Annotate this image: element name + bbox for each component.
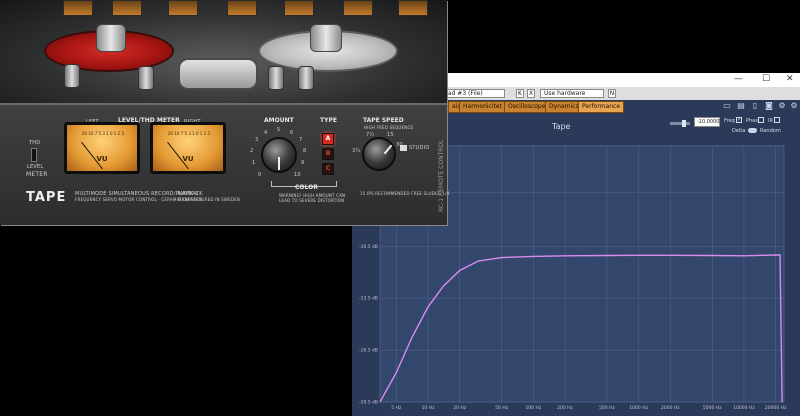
- x-tick-label: 5000 Hz: [703, 405, 722, 411]
- top-meter-cell: [398, 0, 428, 16]
- meter-switch-thd-label: THD: [29, 140, 41, 146]
- y-tick-label: -19.5 dB: [359, 400, 378, 406]
- color-label: COLOR: [295, 184, 318, 191]
- tape-speed-label: TAPE SPEED: [363, 117, 404, 124]
- minimize-button[interactable]: —: [734, 74, 743, 84]
- model-line-2: MANUFACTURED IN SWEDEN: [178, 197, 240, 202]
- tape-plugin-window: LEFT LEVEL/THD METER RIGHT 20 10 7 5 3 1…: [0, 0, 450, 225]
- x-tick-label: 10000 Hz: [733, 405, 755, 411]
- meter-switch-level-label: LEVEL: [27, 164, 44, 170]
- x-tick-label: 20000 Hz: [765, 405, 787, 411]
- tape-speed-sub: HIGH FREQ SEQUENCE: [364, 125, 414, 130]
- x-tick-label: 20 Hz: [453, 405, 467, 411]
- tape-speed-recommended: 15 IPS RECOMMENDED FREE SLUDGE 1/4: [360, 191, 450, 196]
- x-tick-label: 50 Hz: [495, 405, 509, 411]
- amount-knob[interactable]: [261, 137, 297, 173]
- tape-logo: TAPE: [26, 190, 67, 205]
- y-tick-label: -10.5 dB: [359, 244, 378, 250]
- type-label: TYPE: [320, 117, 337, 124]
- left-vu-meter: 20 10 7 5 3 1 0 1 2 3 VU: [64, 122, 140, 174]
- amount-label: AMOUNT: [264, 117, 294, 124]
- top-meter-cell: [112, 0, 142, 16]
- meter-switch-caption: METER: [26, 171, 48, 178]
- x-tick-label: 200 Hz: [557, 405, 573, 411]
- x-tick-label: 500 Hz: [599, 405, 615, 411]
- x-tick-label: 10 Hz: [422, 405, 436, 411]
- tape-speed-knob[interactable]: [362, 137, 396, 171]
- remote-control-side-label: RC-1 REMOTE CONTROL: [438, 139, 445, 212]
- studio-badge-icon: [400, 145, 407, 151]
- warning-line-2: LEAD TO SEVERE DISTORTION: [279, 198, 345, 203]
- top-meter-cell: [168, 0, 198, 16]
- x-tick-label: 1000 Hz: [629, 405, 648, 411]
- tape-guide-roller: [138, 66, 154, 90]
- top-meter-cell: [227, 0, 257, 16]
- preset-prev-button[interactable]: K: [516, 89, 524, 98]
- top-meter-cell: [63, 0, 93, 16]
- type-b-button[interactable]: B: [322, 148, 334, 160]
- studio-label: STUDIO: [409, 145, 430, 151]
- type-c-button[interactable]: C: [322, 163, 334, 175]
- x-tick-label: 2000 Hz: [661, 405, 680, 411]
- tape-guide-roller: [298, 66, 314, 90]
- y-tick-label: -13.5 dB: [359, 296, 378, 302]
- tape-guide-roller: [268, 66, 284, 90]
- maximize-button[interactable]: ☐: [762, 74, 770, 84]
- hardware-field[interactable]: Use hardware: [540, 89, 604, 98]
- top-meter-cell: [343, 0, 373, 16]
- meter-mode-switch[interactable]: [31, 148, 37, 162]
- tape-guide-roller: [64, 64, 80, 88]
- right-vu-text: VU: [182, 155, 194, 163]
- reel-area: [0, 0, 447, 103]
- right-reel-hub: [310, 24, 342, 52]
- tape-speed-knob-pointer: [383, 144, 393, 155]
- amount-knob-pointer: [278, 157, 280, 170]
- x-tick-label: 100 Hz: [525, 405, 541, 411]
- hardware-dropdown-button[interactable]: N: [608, 89, 616, 98]
- tape-head-block: [178, 58, 258, 90]
- close-button[interactable]: ✕: [786, 74, 794, 84]
- top-meter-cell: [284, 0, 314, 16]
- right-vu-meter: 20 10 7 5 3 1 0 1 2 3 VU: [150, 122, 226, 174]
- left-reel-hub: [96, 24, 126, 52]
- preset-field[interactable]: Load #3 (File): [437, 89, 505, 98]
- type-a-button[interactable]: A: [322, 133, 334, 145]
- left-vu-text: VU: [96, 155, 108, 163]
- preset-next-button[interactable]: X: [527, 89, 535, 98]
- x-tick-label: 5 Hz: [391, 405, 402, 411]
- y-tick-label: -16.5 dB: [359, 348, 378, 354]
